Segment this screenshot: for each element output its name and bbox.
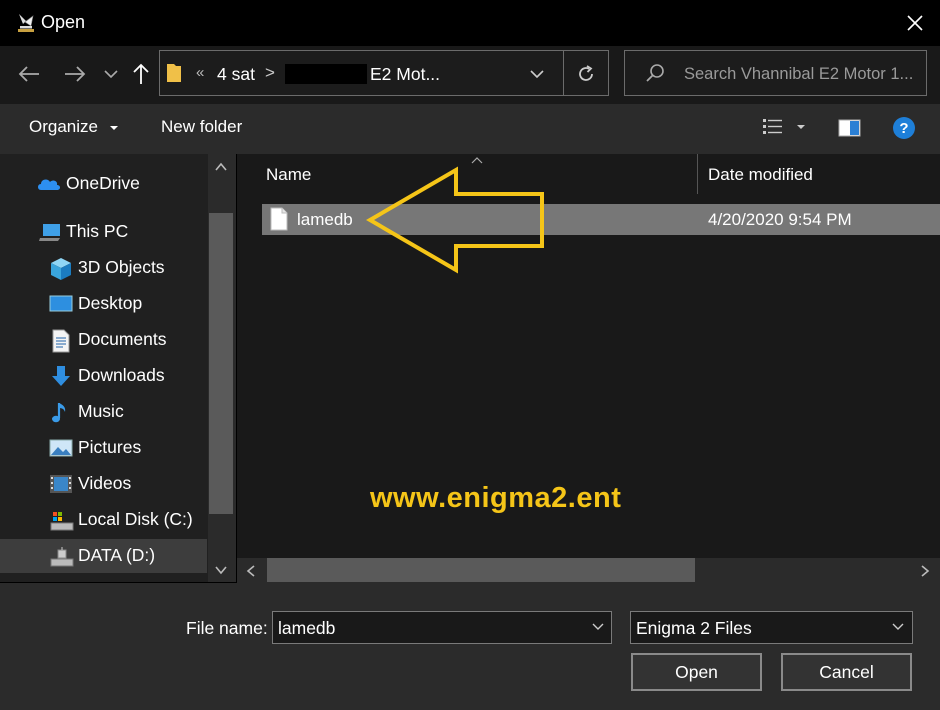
highlight-arrow [360,166,550,274]
address-divider [563,50,564,96]
file-name-value[interactable]: lamedb [278,618,335,639]
sidebar-item-3d-objects[interactable]: 3D Objects [0,251,207,285]
sidebar-item-music[interactable]: Music [0,395,207,429]
app-icon [16,12,36,34]
arrow-up-icon [133,63,149,84]
close-icon [907,15,923,31]
column-header-name[interactable]: Name [266,165,311,185]
sidebar-item-label: Desktop [78,293,143,313]
file-name: lamedb [297,210,353,229]
scroll-left-button[interactable] [244,564,258,578]
redacted-text [285,64,367,84]
sidebar-item-label: Documents [78,329,167,349]
breadcrumb-separator[interactable]: > [265,63,275,83]
arrow-left-icon [18,66,39,82]
open-button[interactable]: Open [631,653,762,691]
breadcrumb-overflow[interactable]: « [196,64,204,81]
folder-icon [166,62,182,84]
download-icon [50,365,72,387]
preview-pane-button[interactable] [838,118,862,138]
new-folder-button[interactable]: New folder [161,117,242,137]
up-button[interactable] [126,58,156,90]
sidebar-item-this-pc[interactable]: This PC [0,215,207,249]
sidebar-item-onedrive[interactable]: OneDrive [0,167,207,201]
chevron-up-icon [215,162,227,171]
address-dropdown-button[interactable] [524,62,550,86]
help-button[interactable]: ? [892,116,916,140]
svg-text:?: ? [899,120,908,137]
cube-icon [49,257,71,280]
chevron-right-icon [921,565,930,577]
breadcrumb-item[interactable]: 4 sat [217,64,255,85]
recent-locations-button[interactable] [96,58,126,90]
file-type-dropdown-icon [890,620,906,634]
caret-down-icon [109,125,118,130]
sidebar-item-data-d[interactable]: DATA (D:) [0,539,207,573]
nav-scrollbar-thumb[interactable] [209,213,233,514]
scroll-up-button[interactable] [214,160,228,174]
organize-label: Organize [29,117,98,136]
sidebar-item-label: This PC [66,221,129,241]
back-button[interactable] [14,58,44,90]
scroll-down-button[interactable] [214,563,228,577]
refresh-icon [579,65,593,81]
music-icon [50,401,72,423]
close-button[interactable] [895,4,935,42]
help-icon: ? [893,117,915,139]
chevron-down-icon [592,623,604,630]
watermark-text: www.enigma2.ent [370,482,622,514]
sidebar-item-label: OneDrive [66,173,140,193]
sidebar-item-desktop[interactable]: Desktop [0,287,207,321]
drive-icon [49,545,74,567]
chevron-down-icon [104,70,118,79]
sidebar-item-local-disk-c[interactable]: Local Disk (C:) [0,503,207,537]
pictures-icon [49,437,73,459]
sidebar-item-label: Local Disk (C:) [78,509,193,529]
sidebar-item-documents[interactable]: Documents [0,323,207,357]
sidebar-item-pictures[interactable]: Pictures [0,431,207,465]
sidebar-item-label: Music [78,401,124,421]
sidebar-item-videos[interactable]: Videos [0,467,207,501]
sidebar-item-label: DATA (D:) [78,545,156,565]
sidebar-item-label: Videos [78,473,132,493]
drive-icon [49,509,74,531]
arrow-right-icon [65,66,86,82]
chevron-left-icon [246,565,255,577]
title-bar [0,0,940,46]
cloud-icon [36,173,60,195]
column-header-date-modified[interactable]: Date modified [708,165,813,185]
search-input[interactable]: Search Vhannibal E2 Motor 1... [684,65,913,84]
forward-button[interactable] [60,58,90,90]
organize-button[interactable]: Organize [29,117,119,137]
search-icon [644,62,666,84]
sidebar-item-downloads[interactable]: Downloads [0,359,207,393]
file-icon [270,207,288,231]
file-date-modified: 4/20/2020 9:54 PM [708,210,852,229]
film-icon [49,473,72,495]
cancel-button[interactable]: Cancel [781,653,912,691]
file-name-dropdown-button[interactable] [590,620,606,634]
scroll-right-button[interactable] [918,564,932,578]
document-icon [50,329,72,353]
chevron-down-icon [215,566,227,575]
window-title: Open [41,12,86,32]
horizontal-scrollbar-thumb[interactable] [267,558,695,582]
desktop-icon [49,293,73,315]
sidebar-item-label: Downloads [78,365,165,385]
breadcrumb-item-current[interactable]: E2 Mot... [370,64,440,85]
file-type-value[interactable]: Enigma 2 Files [636,618,752,639]
computer-icon [38,221,60,243]
file-name-label: File name: [186,618,268,638]
details-view-icon [763,119,805,134]
sidebar-item-label: 3D Objects [78,257,165,277]
sidebar-item-label: Pictures [78,437,142,457]
chevron-down-icon [530,70,544,79]
column-divider[interactable] [697,154,698,194]
refresh-button[interactable] [572,60,600,88]
sort-ascending-icon [470,152,484,164]
preview-pane-icon [838,119,861,137]
view-options-button[interactable] [762,116,808,140]
